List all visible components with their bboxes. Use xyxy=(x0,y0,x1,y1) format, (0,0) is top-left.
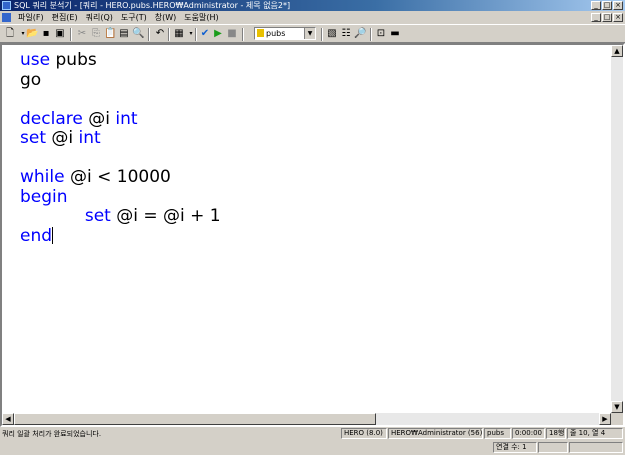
undo-icon[interactable]: ↶ xyxy=(154,28,166,40)
execute-query-icon[interactable]: ▶ xyxy=(212,28,224,40)
database-name: pubs xyxy=(266,29,286,38)
find-icon[interactable]: 🔍 xyxy=(132,28,144,40)
cancel-query-icon[interactable]: ■ xyxy=(226,28,238,40)
document-icon xyxy=(2,13,11,22)
code-line[interactable] xyxy=(20,149,613,169)
copy-icon[interactable]: ⎘ xyxy=(90,28,102,40)
code-token: @i xyxy=(82,108,116,129)
insert-template-icon[interactable]: ▣ xyxy=(54,28,66,40)
code-token: pubs xyxy=(50,50,97,70)
keyword-token: set xyxy=(84,206,111,226)
status-bar-secondary: 연결 수: 1 xyxy=(0,441,625,455)
keyword-token: int xyxy=(78,128,101,148)
code-token: @i xyxy=(45,128,79,148)
menu-bar: 파일(F) 편집(E) 쿼리(Q) 도구(T) 창(W) 도움말(H) _ □ … xyxy=(0,11,625,24)
code-line[interactable]: end xyxy=(20,225,613,247)
code-line[interactable]: begin xyxy=(20,186,613,208)
database-select[interactable]: pubs ▼ xyxy=(254,27,316,40)
keyword-token: begin xyxy=(20,186,68,207)
keyword-token: while xyxy=(20,167,65,187)
status-rows: 18행 xyxy=(546,428,566,439)
window-title: SQL 쿼리 분석기 - [쿼리 - HERO.pubs.HERO₩Admini… xyxy=(14,1,291,10)
show-results-pane-icon[interactable]: ▬ xyxy=(389,28,401,40)
status-position: 줄 10, 열 4 xyxy=(567,428,623,439)
title-bar: SQL 쿼리 분석기 - [쿼리 - HERO.pubs.HERO₩Admini… xyxy=(0,0,625,11)
query-editor-frame: use pubs go declare @i int set @i int while … xyxy=(0,43,625,427)
code-line[interactable]: go xyxy=(20,69,613,91)
text-caret xyxy=(52,226,54,244)
show-execution-plan-icon[interactable]: ▧ xyxy=(326,28,338,40)
size-grip xyxy=(611,413,623,425)
status-bar: 쿼리 일괄 처리가 완료되었습니다. HERO (8.0) HERO₩Admin… xyxy=(0,427,625,441)
horizontal-scrollbar[interactable]: ◀ ▶ xyxy=(2,413,611,425)
menu-help[interactable]: 도움말(H) xyxy=(180,11,222,24)
vertical-scrollbar[interactable]: ▲ ▼ xyxy=(611,45,623,413)
query-editor[interactable]: use pubs go declare @i int set @i int while … xyxy=(4,47,613,415)
object-search-icon[interactable]: 🔎 xyxy=(354,28,366,40)
status-connections: 연결 수: 1 xyxy=(493,442,537,453)
status-database: pubs xyxy=(484,428,511,439)
status-panel-empty-2 xyxy=(569,442,623,453)
parse-query-icon[interactable]: ✔ xyxy=(199,28,211,40)
paste-icon[interactable]: 📋 xyxy=(104,28,116,40)
scroll-down-button[interactable]: ▼ xyxy=(611,401,623,413)
app-icon xyxy=(2,1,11,10)
code-line[interactable]: while @i < 10000 xyxy=(20,167,613,188)
cut-icon[interactable]: ✂ xyxy=(76,28,88,40)
keyword-token: declare xyxy=(20,108,83,129)
menu-tools[interactable]: 도구(T) xyxy=(117,11,151,24)
keyword-token: end xyxy=(20,225,53,246)
code-token: go xyxy=(20,69,42,90)
scroll-left-button[interactable]: ◀ xyxy=(2,413,14,425)
keyword-token: set xyxy=(20,128,46,148)
maximize-button[interactable]: □ xyxy=(602,1,612,10)
toolbar: 🗋 ▾ 📂 ▪ ▣ ✂ ⎘ 📋 ▤ 🔍 ↶ ▦ ▾ ✔ ▶ ■ pubs ▼ ▧… xyxy=(0,24,625,43)
status-time: 0:00:00 xyxy=(512,428,545,439)
menu-edit[interactable]: 편집(E) xyxy=(48,11,82,24)
database-icon xyxy=(257,29,264,37)
menu-file[interactable]: 파일(F) xyxy=(14,11,48,24)
code-line[interactable]: set @i = @i + 1 xyxy=(20,206,613,227)
mdi-restore-button[interactable]: □ xyxy=(602,13,612,22)
status-user: HERO₩Administrator (56) xyxy=(388,428,483,439)
code-line[interactable]: use pubs xyxy=(20,50,613,71)
mdi-minimize-button[interactable]: _ xyxy=(591,13,601,22)
menu-query[interactable]: 쿼리(Q) xyxy=(82,11,117,24)
code-line[interactable] xyxy=(20,90,613,110)
mdi-close-button[interactable]: × xyxy=(613,13,623,22)
menu-window[interactable]: 창(W) xyxy=(151,11,181,24)
clear-window-icon[interactable]: ▤ xyxy=(118,28,130,40)
status-server: HERO (8.0) xyxy=(341,428,387,439)
code-token: @i < 10000 xyxy=(64,167,171,187)
current-connection-properties-icon[interactable]: ⊡ xyxy=(375,28,387,40)
code-line[interactable]: set @i int xyxy=(20,128,613,149)
results-mode-icon[interactable]: ▦ xyxy=(173,28,185,40)
code-token: @i = @i + 1 xyxy=(110,206,221,226)
chevron-down-icon[interactable]: ▼ xyxy=(304,28,315,39)
open-icon[interactable]: 📂 xyxy=(26,28,38,40)
scroll-up-button[interactable]: ▲ xyxy=(611,45,623,57)
status-message: 쿼리 일괄 처리가 완료되었습니다. xyxy=(2,430,102,438)
minimize-button[interactable]: _ xyxy=(591,1,601,10)
keyword-token: int xyxy=(115,108,138,129)
new-query-icon[interactable]: 🗋 xyxy=(4,28,16,40)
scroll-right-button[interactable]: ▶ xyxy=(599,413,611,425)
keyword-token: use xyxy=(20,50,51,70)
save-icon[interactable]: ▪ xyxy=(40,28,52,40)
close-button[interactable]: × xyxy=(613,1,623,10)
object-browser-icon[interactable]: ☷ xyxy=(340,28,352,40)
code-line[interactable]: declare @i int xyxy=(20,108,613,130)
status-panel-empty-1 xyxy=(538,442,568,453)
horizontal-scroll-thumb[interactable] xyxy=(14,413,376,425)
